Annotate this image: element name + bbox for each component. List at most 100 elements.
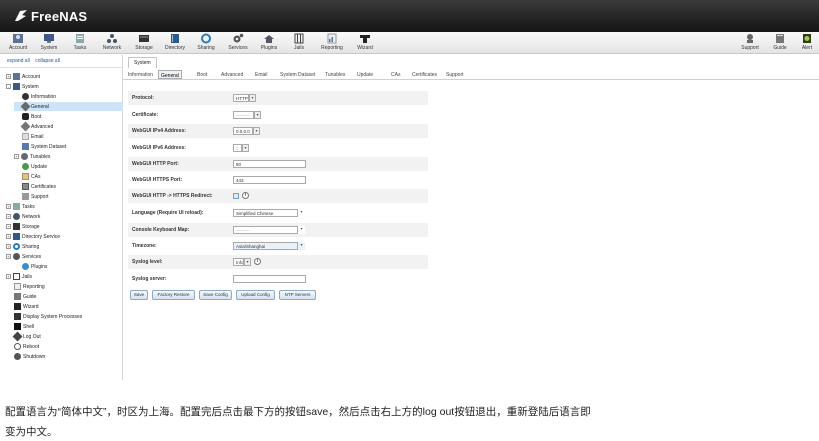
subtab-boot[interactable]: Boot (195, 70, 209, 79)
subtab-information[interactable]: Information (126, 70, 155, 79)
subtab-advanced[interactable]: Advanced (219, 70, 245, 79)
subtab-support[interactable]: Support (444, 70, 466, 79)
expand-toggle[interactable]: + (6, 244, 11, 249)
tree-item-reboot[interactable]: Reboot (14, 342, 39, 351)
tree-item-plugins[interactable]: Plugins (22, 262, 47, 271)
account-icon (13, 34, 23, 43)
info-icon[interactable]: i (254, 258, 261, 265)
tree-item-services[interactable]: + Services (6, 252, 41, 261)
https-port-input[interactable]: 443 (233, 176, 306, 184)
tree-item-information[interactable]: Information (22, 92, 56, 101)
tree-item-support[interactable]: Support (22, 192, 49, 201)
tree-item-update[interactable]: Update (22, 162, 47, 171)
collapse-toggle[interactable]: - (6, 84, 11, 89)
tree-item-jails[interactable]: + Jails (6, 272, 32, 281)
toolbar-tasks-button[interactable]: Tasks (68, 33, 92, 53)
tree-item-wizard[interactable]: Wizard (14, 302, 39, 311)
tree-item-account[interactable]: + Account (6, 72, 40, 81)
wizard-hat-icon (14, 303, 21, 310)
syslog-server-input[interactable] (233, 275, 306, 283)
tree-item-boot[interactable]: Boot (22, 112, 41, 121)
ipv4-select[interactable]: 0.0.0.0 (233, 127, 253, 135)
redirect-checkbox[interactable] (233, 193, 239, 199)
collapse-all-link[interactable]: collapse all (35, 58, 60, 64)
toolbar-jails-button[interactable]: Jails (288, 33, 310, 53)
toolbar-support-button[interactable]: Support (737, 33, 763, 53)
expand-toggle[interactable]: + (6, 204, 11, 209)
tree-item-advanced[interactable]: Advanced (20, 121, 53, 132)
protocol-select[interactable]: HTTP (233, 94, 249, 102)
tree-item-reporting[interactable]: Reporting (14, 282, 45, 291)
subtab-certificates[interactable]: Certificates (410, 70, 439, 79)
http-port-input[interactable]: 80 (233, 160, 306, 168)
tree-item-system-dataset[interactable]: System Dataset (22, 142, 66, 151)
expand-toggle[interactable]: + (6, 74, 11, 79)
toolbar-wizard-button[interactable]: Wizard (352, 33, 378, 53)
language-select[interactable]: Simplified Chinese (233, 209, 298, 217)
system-general-panel: System Information General Boot Advanced… (123, 55, 819, 380)
tree-item-log-out[interactable]: Log Out (12, 331, 41, 342)
tree-item-sharing[interactable]: + Sharing (6, 242, 39, 251)
toolbar-network-button[interactable]: Network (99, 33, 125, 53)
tree-item-display-system-processes[interactable]: Display System Processes (14, 312, 82, 321)
tree-item-network[interactable]: + Network (6, 212, 40, 221)
ipv6-select[interactable]: :: (233, 144, 242, 152)
syslog-level-select[interactable]: Info (233, 258, 244, 266)
toolbar-services-button[interactable]: Services (225, 33, 251, 53)
toolbar-alert-button[interactable]: Alert (797, 33, 817, 53)
subtab-tunables[interactable]: Tunables (323, 70, 347, 79)
tree-item-tasks[interactable]: + Tasks (6, 202, 35, 211)
tree-item-shell[interactable]: Shell (14, 322, 34, 331)
tree-item-directory-service[interactable]: + Directory Service (6, 232, 60, 241)
subtab-email[interactable]: Email (253, 70, 270, 79)
toolbar-account-button[interactable]: Account (6, 33, 30, 53)
save-config-button[interactable]: Save Config (199, 290, 232, 300)
toolbar-sharing-button[interactable]: Sharing (193, 33, 219, 53)
tree-item-tunables[interactable]: + Tunables (14, 152, 50, 161)
info-icon[interactable]: i (242, 192, 249, 199)
network-icon (107, 34, 117, 43)
tree-item-cas[interactable]: CAs (22, 172, 40, 181)
chevron-down-icon[interactable]: ▾ (254, 111, 261, 119)
toolbar-system-button[interactable]: System (37, 33, 61, 53)
expand-toggle[interactable]: + (14, 154, 19, 159)
toolbar-guide-button[interactable]: Guide (769, 33, 791, 53)
chevron-down-icon[interactable]: ▾ (249, 94, 256, 102)
app-header: FreeNAS (0, 0, 819, 32)
save-button[interactable]: Save (130, 290, 148, 300)
toolbar-storage-button[interactable]: Storage (131, 33, 157, 53)
expand-toggle[interactable]: + (6, 214, 11, 219)
timezone-select[interactable]: Asia/Shanghai (233, 242, 298, 250)
tree-item-general[interactable]: General (14, 101, 123, 112)
expand-toggle[interactable]: + (6, 224, 11, 229)
tree-item-certificates[interactable]: Certificates (22, 182, 56, 191)
chevron-down-icon[interactable]: ▾ (298, 226, 305, 234)
keyboard-map-select[interactable]: --------- (233, 226, 298, 234)
chevron-down-icon[interactable]: ▾ (242, 144, 249, 152)
subtab-cas[interactable]: CAs (389, 70, 402, 79)
tree-item-storage[interactable]: + Storage (6, 222, 40, 231)
tree-item-guide[interactable]: Guide (14, 292, 36, 301)
tree-item-email[interactable]: Email (22, 132, 44, 141)
subtab-update[interactable]: Update (355, 70, 375, 79)
factory-restore-button[interactable]: Factory Restore (152, 290, 195, 300)
tree-item-system[interactable]: - System (6, 82, 39, 91)
chevron-down-icon[interactable]: ▾ (244, 258, 251, 266)
subtab-general[interactable]: General (158, 70, 182, 79)
toolbar-directory-button[interactable]: Directory (161, 33, 189, 53)
subtab-system-dataset[interactable]: System Dataset (278, 70, 317, 79)
tab-system[interactable]: System (128, 57, 157, 68)
expand-all-link[interactable]: expand all (7, 58, 30, 64)
upload-config-button[interactable]: Upload Config (236, 290, 275, 300)
expand-toggle[interactable]: + (6, 234, 11, 239)
chevron-down-icon[interactable]: ▾ (253, 127, 260, 135)
chevron-down-icon[interactable]: ▾ (298, 242, 305, 250)
toolbar-reporting-button[interactable]: Reporting (317, 33, 347, 53)
certificate-select[interactable]: --------- (233, 111, 254, 119)
expand-toggle[interactable]: + (6, 254, 11, 259)
toolbar-plugins-button[interactable]: Plugins (257, 33, 281, 53)
tree-item-shutdown[interactable]: Shutdown (14, 352, 45, 361)
chevron-down-icon[interactable]: ▾ (298, 209, 305, 217)
expand-toggle[interactable]: + (6, 274, 11, 279)
ntp-servers-button[interactable]: NTP Servers (279, 290, 316, 300)
